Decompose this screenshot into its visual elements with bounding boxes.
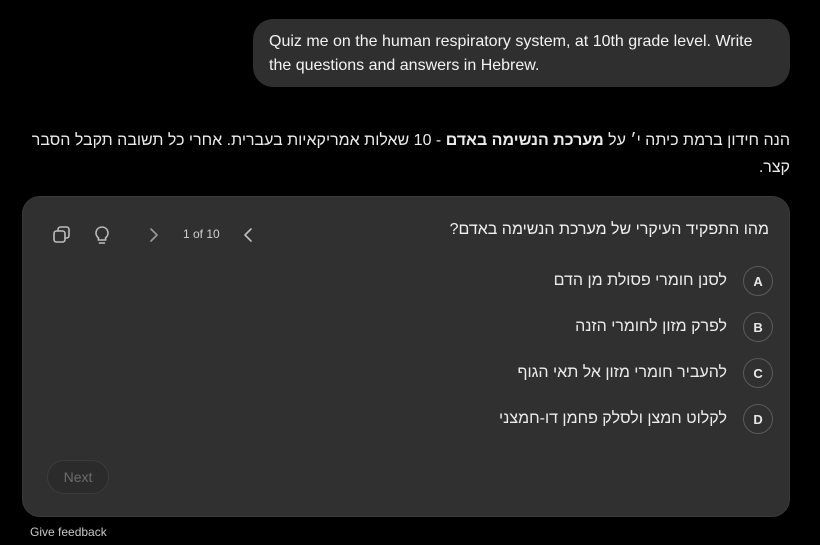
option-text: להעביר חומרי מזון אל תאי הגוף — [517, 364, 727, 381]
option-letter-badge: A — [743, 266, 773, 296]
option-letter-badge: D — [743, 404, 773, 434]
answer-option-a[interactable]: A לסנן חומרי פסולת מן הדם — [554, 264, 773, 298]
give-feedback-link[interactable]: Give feedback — [30, 525, 107, 539]
user-message-bubble: Quiz me on the human respiratory system,… — [253, 19, 790, 87]
quiz-card: מהו התפקיד העיקרי של מערכת הנשימה באדם? … — [22, 196, 790, 517]
chevron-right-icon[interactable] — [143, 224, 165, 246]
chevron-left-icon[interactable] — [237, 224, 259, 246]
intro-text-start: הנה חידון ברמת כיתה י׳ על — [603, 132, 790, 149]
option-letter-badge: C — [743, 358, 773, 388]
quiz-question: מהו התפקיד העיקרי של מערכת הנשימה באדם? — [449, 221, 769, 238]
answer-option-b[interactable]: B לפרק מזון לחומרי הזנה — [575, 310, 773, 344]
option-letter-badge: B — [743, 312, 773, 342]
assistant-intro: הנה חידון ברמת כיתה י׳ על מערכת הנשימה ב… — [30, 127, 790, 181]
next-button[interactable]: Next — [47, 460, 109, 494]
option-text: לקלוט חמצן ולסלק פחמן דו-חמצני — [499, 410, 727, 427]
question-counter: 1 of 10 — [183, 227, 220, 241]
option-text: לסנן חומרי פסולת מן הדם — [553, 272, 727, 289]
answer-option-c[interactable]: C להעביר חומרי מזון אל תאי הגוף — [518, 356, 773, 390]
option-text: לפרק מזון לחומרי הזנה — [575, 318, 727, 335]
answer-option-d[interactable]: D לקלוט חמצן ולסלק פחמן דו-חמצני — [499, 402, 773, 436]
user-message-text: Quiz me on the human respiratory system,… — [269, 33, 753, 74]
intro-text-bold: מערכת הנשימה באדם — [445, 132, 604, 149]
lightbulb-icon[interactable] — [91, 224, 113, 246]
copy-icon[interactable] — [51, 224, 73, 246]
